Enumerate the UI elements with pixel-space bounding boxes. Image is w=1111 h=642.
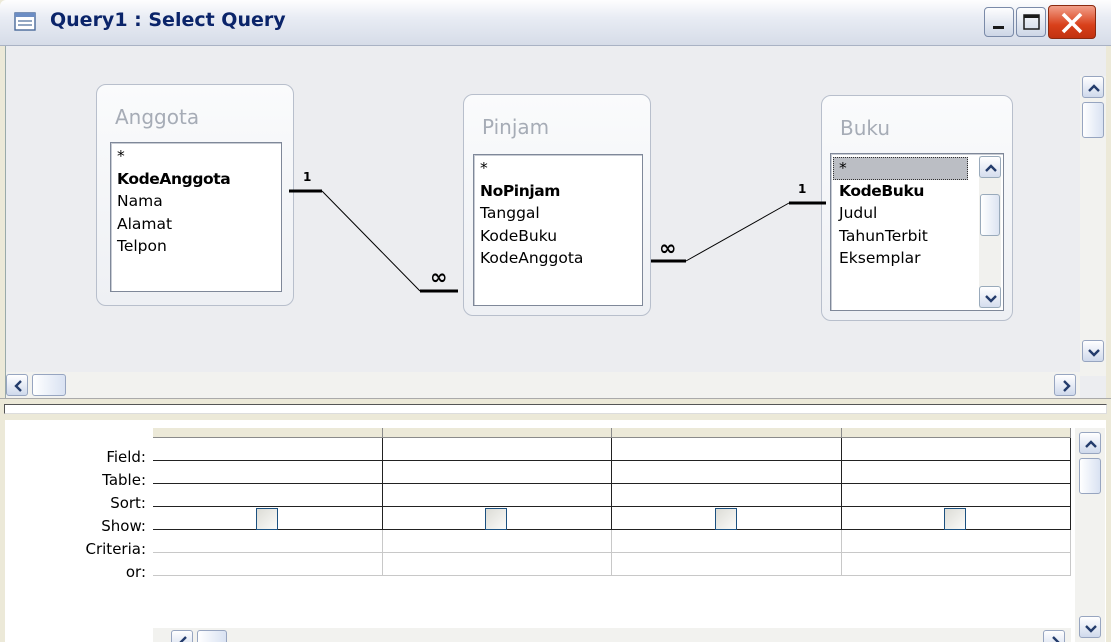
grid-row-label: Table: (102, 471, 146, 489)
window-title: Query1 : Select Query (50, 9, 286, 31)
grid-row-label: Criteria: (85, 540, 147, 558)
cardinality-many: ∞ (659, 236, 677, 260)
scroll-thumb[interactable] (197, 630, 227, 642)
pane-splitter[interactable] (0, 398, 1111, 420)
scroll-left-button[interactable] (171, 630, 193, 642)
grid-cell[interactable] (612, 438, 842, 461)
show-checkbox[interactable] (485, 508, 508, 530)
arrow-down-icon (1085, 625, 1097, 633)
maximize-icon (1023, 14, 1040, 30)
arrow-left-icon (179, 636, 187, 642)
close-button[interactable] (1048, 5, 1096, 39)
scroll-down-button[interactable] (1082, 340, 1104, 362)
grid-cell[interactable] (841, 507, 1071, 530)
grid-cell[interactable] (841, 461, 1071, 484)
table-pane[interactable]: Anggota * KodeAnggota Nama Alamat Telpon… (5, 46, 1106, 398)
grid-column-selector[interactable] (153, 428, 383, 438)
scroll-left-button[interactable] (6, 374, 28, 396)
grid-cell[interactable] (612, 530, 842, 553)
join-lines: 1 ∞ ∞ 1 (289, 170, 826, 293)
grid-cell[interactable] (841, 438, 1071, 461)
grid-cell[interactable] (153, 507, 383, 530)
grid-cell[interactable] (382, 507, 612, 530)
grid-row-label: Field: (106, 448, 146, 466)
design-grid-pane[interactable]: Field: Table: Sort: Show: Criteria: or: (5, 420, 1106, 642)
cardinality-one: 1 (303, 170, 311, 184)
grid-column-selector[interactable] (612, 428, 842, 438)
grid-cell[interactable] (382, 553, 612, 576)
grid-cell[interactable] (153, 438, 383, 461)
grid-row-label: or: (125, 563, 146, 581)
query-window: Query1 : Select Query Anggota * KodeAngg… (0, 0, 1111, 642)
grid-cell[interactable] (153, 461, 383, 484)
grid-cell[interactable] (612, 553, 842, 576)
scroll-up-button[interactable] (1079, 432, 1101, 454)
grid-cell[interactable] (153, 530, 383, 553)
show-checkbox[interactable] (714, 508, 737, 530)
grid-cell[interactable] (153, 553, 383, 576)
cardinality-one: 1 (798, 182, 806, 196)
grid-cell[interactable] (382, 484, 612, 507)
scroll-thumb[interactable] (1079, 458, 1101, 494)
grid-row-label: Sort: (110, 494, 146, 512)
table-pane-vertical-scrollbar[interactable] (1080, 76, 1106, 376)
scroll-right-button[interactable] (1043, 630, 1065, 642)
cardinality-many: ∞ (430, 265, 448, 289)
query-icon (14, 12, 36, 31)
table-pane-horizontal-scrollbar[interactable] (6, 372, 1080, 398)
arrow-up-icon (1088, 84, 1100, 92)
design-grid[interactable] (153, 428, 1071, 642)
grid-column-selector[interactable] (382, 428, 612, 438)
grid-cell[interactable] (841, 553, 1071, 576)
grid-cell[interactable] (841, 530, 1071, 553)
show-checkbox[interactable] (255, 508, 278, 530)
grid-vertical-scrollbar[interactable] (1075, 428, 1105, 642)
arrow-right-icon (1063, 380, 1071, 392)
grid-cell[interactable] (612, 461, 842, 484)
join-pinjam-buku[interactable]: ∞ 1 (651, 182, 826, 263)
grid-cell[interactable] (382, 461, 612, 484)
grid-column-selector[interactable] (841, 428, 1071, 438)
grid-cell[interactable] (153, 484, 383, 507)
grid-cell[interactable] (382, 530, 612, 553)
arrow-up-icon (1085, 440, 1097, 448)
grid-cell[interactable] (841, 484, 1071, 507)
grid-cell[interactable] (612, 507, 842, 530)
scroll-thumb[interactable] (1082, 102, 1104, 138)
arrow-left-icon (14, 380, 22, 392)
scroll-up-button[interactable] (1082, 76, 1104, 98)
minimize-icon (993, 26, 1004, 29)
grid-horizontal-scrollbar[interactable] (153, 628, 1071, 642)
scroll-down-button[interactable] (1079, 616, 1101, 638)
close-icon (1061, 12, 1083, 34)
grid-cell[interactable] (382, 438, 612, 461)
arrow-down-icon (1088, 349, 1100, 357)
show-checkbox[interactable] (944, 508, 967, 530)
grid-row-label: Show: (101, 517, 146, 535)
grid-cell[interactable] (612, 484, 842, 507)
arrow-right-icon (1052, 636, 1060, 642)
title-bar[interactable]: Query1 : Select Query (0, 0, 1111, 46)
splitter-bar[interactable] (4, 404, 1107, 414)
join-anggota-pinjam[interactable]: 1 ∞ (289, 170, 458, 293)
maximize-button[interactable] (1016, 7, 1046, 37)
scroll-right-button[interactable] (1054, 374, 1076, 396)
scroll-thumb[interactable] (32, 374, 66, 396)
minimize-button[interactable] (984, 7, 1014, 37)
